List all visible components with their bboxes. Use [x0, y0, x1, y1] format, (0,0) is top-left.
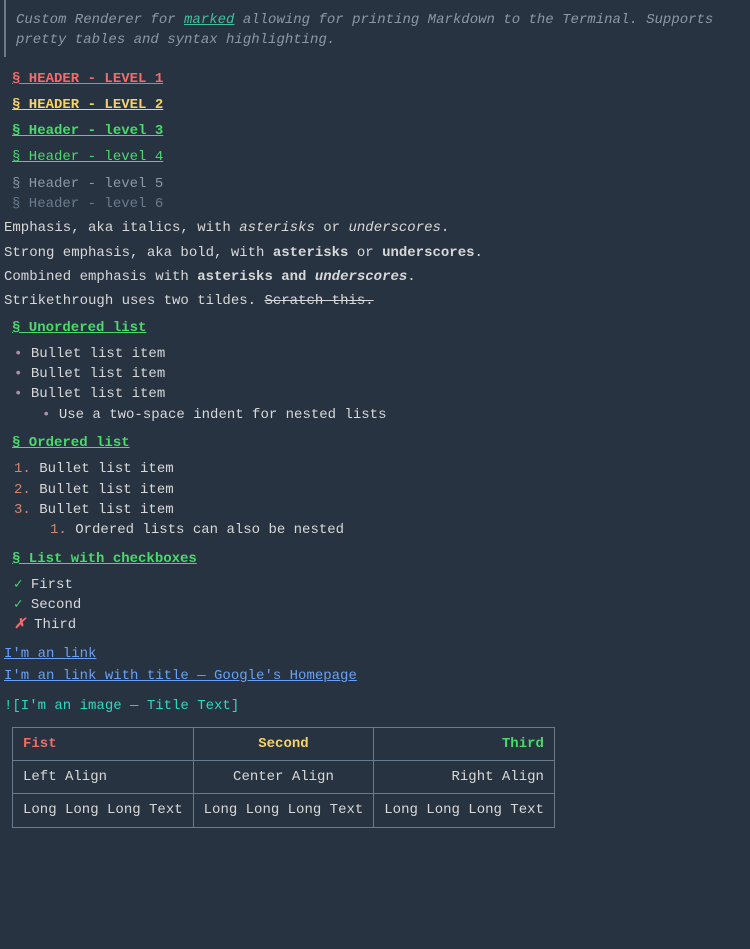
list-item-label: Third	[34, 617, 76, 633]
list-item: • Bullet list item	[14, 344, 746, 364]
header-level-2: § HEADER - LEVEL 2	[12, 95, 746, 115]
text: Strong emphasis, aka bold, with	[4, 245, 273, 261]
text: Emphasis, aka italics, with	[4, 220, 239, 236]
unordered-list-header: § Unordered list	[12, 318, 746, 338]
italic-underscores: underscores	[348, 220, 440, 236]
list-item: • Bullet list item	[14, 384, 746, 404]
list-item: ✗ Third	[14, 615, 746, 635]
titled-link[interactable]: I'm an link with title — Google's Homepa…	[4, 666, 746, 686]
intro-block: Custom Renderer for marked allowing for …	[4, 0, 746, 57]
header-level-6: § Header - level 6	[12, 194, 746, 214]
ordered-list: 1. Bullet list item 2. Bullet list item …	[14, 459, 746, 540]
table-cell: Left Align	[13, 760, 194, 793]
list-item: 3. Bullet list item	[14, 500, 746, 520]
check-icon: ✓	[14, 577, 22, 593]
list-item-label: Use a two-space indent for nested lists	[59, 407, 387, 423]
unordered-list: • Bullet list item • Bullet list item • …	[14, 344, 746, 425]
table-cell: Long Long Long Text	[193, 794, 374, 827]
emphasis-combined-line: Combined emphasis with asterisks and und…	[4, 267, 746, 287]
list-item: ✓ Second	[14, 595, 746, 615]
table-cell: Right Align	[374, 760, 555, 793]
list-item-label: Bullet list item	[31, 366, 165, 382]
header-level-4: § Header - level 4	[12, 147, 746, 167]
list-item-label: Bullet list item	[31, 386, 165, 402]
list-item-label: Bullet list item	[39, 502, 173, 518]
plain-link[interactable]: I'm an link	[4, 644, 746, 664]
list-item-label: Ordered lists can also be nested	[75, 522, 344, 538]
image-placeholder: ![I'm an image — Title Text]	[4, 696, 746, 716]
number-icon: 2.	[14, 482, 39, 498]
number-icon: 1.	[50, 522, 75, 538]
list-item-nested: 1. Ordered lists can also be nested	[14, 520, 746, 540]
bullet-icon: •	[42, 407, 59, 423]
checkbox-list-header: § List with checkboxes	[12, 549, 746, 569]
table-head-cell: Fist	[13, 727, 194, 760]
bold-part: asterisks and	[197, 269, 315, 285]
list-item-label: Bullet list item	[39, 482, 173, 498]
table-head-cell: Third	[374, 727, 555, 760]
bullet-icon: •	[14, 346, 31, 362]
text: Strikethrough uses two tildes.	[4, 293, 264, 309]
list-item-nested: • Use a two-space indent for nested list…	[14, 405, 746, 425]
table-cell: Center Align	[193, 760, 374, 793]
text: .	[407, 269, 415, 285]
checkbox-list: ✓ First ✓ Second ✗ Third	[14, 575, 746, 636]
bold-italic-part: underscores	[315, 269, 407, 285]
table-row: Long Long Long Text Long Long Long Text …	[13, 794, 555, 827]
emphasis-italics-line: Emphasis, aka italics, with asterisks or…	[4, 218, 746, 238]
text: or	[348, 245, 382, 261]
text: Combined emphasis with	[4, 269, 197, 285]
bold-underscores: underscores	[382, 245, 474, 261]
emphasis-bold-line: Strong emphasis, aka bold, with asterisk…	[4, 243, 746, 263]
list-item-label: Bullet list item	[31, 346, 165, 362]
bold-asterisks: asterisks	[273, 245, 349, 261]
number-icon: 1.	[14, 461, 39, 477]
list-item-label: First	[31, 577, 73, 593]
list-item: ✓ First	[14, 575, 746, 595]
header-level-1: § HEADER - LEVEL 1	[12, 69, 746, 89]
list-item-label: Second	[31, 597, 81, 613]
text: or	[315, 220, 349, 236]
header-level-5: § Header - level 5	[12, 174, 746, 194]
list-item: • Bullet list item	[14, 364, 746, 384]
intro-text-pre: Custom Renderer for	[16, 12, 184, 28]
list-item: 2. Bullet list item	[14, 480, 746, 500]
ordered-list-header: § Ordered list	[12, 433, 746, 453]
intro-link-marked[interactable]: marked	[184, 12, 234, 28]
list-item-label: Bullet list item	[39, 461, 173, 477]
table-head-row: Fist Second Third	[13, 727, 555, 760]
table-cell: Long Long Long Text	[374, 794, 555, 827]
header-level-3: § Header - level 3	[12, 121, 746, 141]
text: .	[475, 245, 483, 261]
table-row: Left Align Center Align Right Align	[13, 760, 555, 793]
check-icon: ✓	[14, 597, 22, 613]
table-cell: Long Long Long Text	[13, 794, 194, 827]
bullet-icon: •	[14, 386, 31, 402]
bullet-icon: •	[14, 366, 31, 382]
struck-text: Scratch this.	[264, 293, 373, 309]
text: .	[441, 220, 449, 236]
strikethrough-line: Strikethrough uses two tildes. Scratch t…	[4, 291, 746, 311]
number-icon: 3.	[14, 502, 39, 518]
list-item: 1. Bullet list item	[14, 459, 746, 479]
table-head-cell: Second	[193, 727, 374, 760]
italic-asterisks: asterisks	[239, 220, 315, 236]
demo-table: Fist Second Third Left Align Center Alig…	[12, 727, 555, 828]
cross-icon: ✗	[14, 617, 26, 633]
